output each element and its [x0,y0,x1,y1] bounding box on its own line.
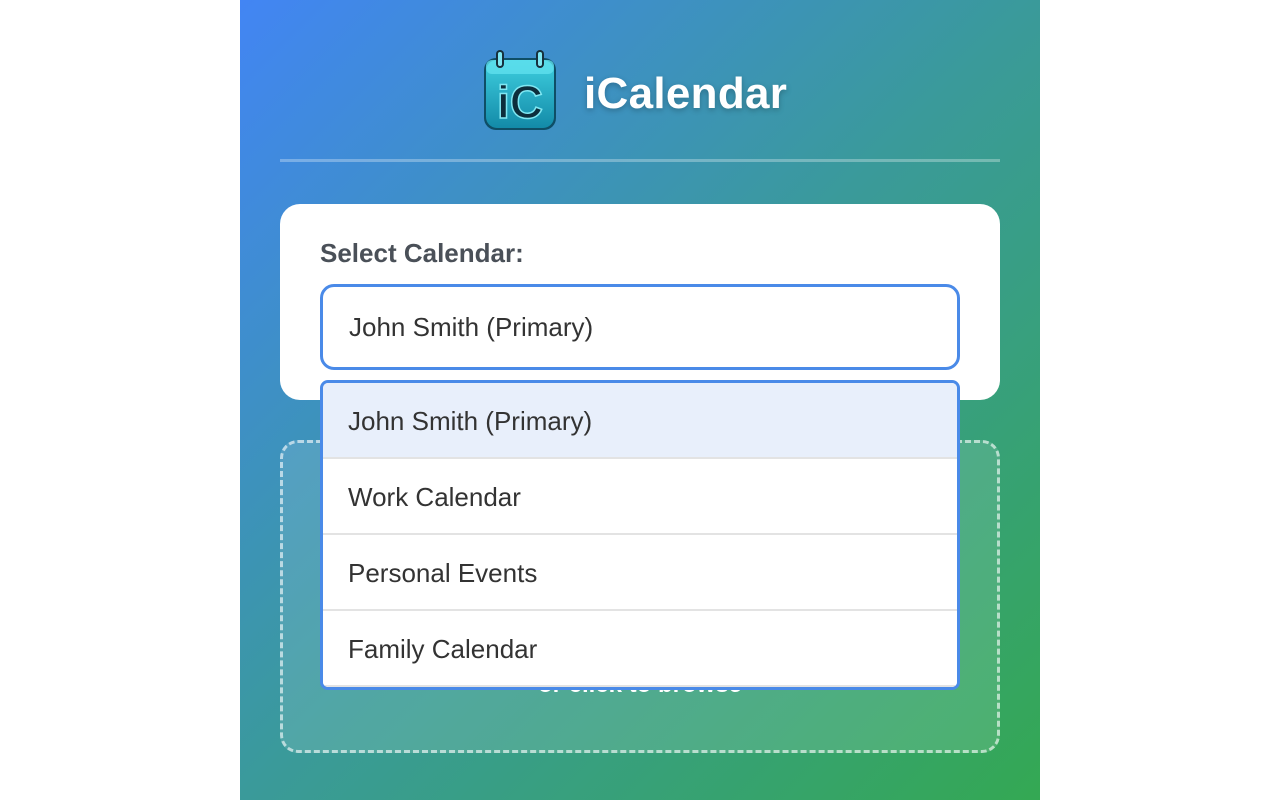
calendar-option-john-smith[interactable]: John Smith (Primary) [323,383,957,459]
calendar-dropdown-list: John Smith (Primary) Work Calendar Perso… [320,380,960,690]
calendar-option-family[interactable]: Family Calendar [323,611,957,687]
app-header: iC iCalendar [240,0,1040,160]
header-divider [280,159,1000,162]
calendar-select[interactable]: John Smith (Primary) [320,284,960,370]
calendar-select-card: Select Calendar: John Smith (Primary) [280,204,1000,400]
calendar-option-work[interactable]: Work Calendar [323,459,957,535]
logo-text: iC [497,76,543,128]
calendar-select-value: John Smith (Primary) [349,312,594,342]
calendar-option-personal[interactable]: Personal Events [323,535,957,611]
main-panel: iC iCalendar Select Calendar: John Smith… [240,0,1040,800]
app-title: iCalendar [584,69,788,118]
calendar-app-logo-icon: iC [484,50,556,130]
select-calendar-label: Select Calendar: [320,238,524,268]
